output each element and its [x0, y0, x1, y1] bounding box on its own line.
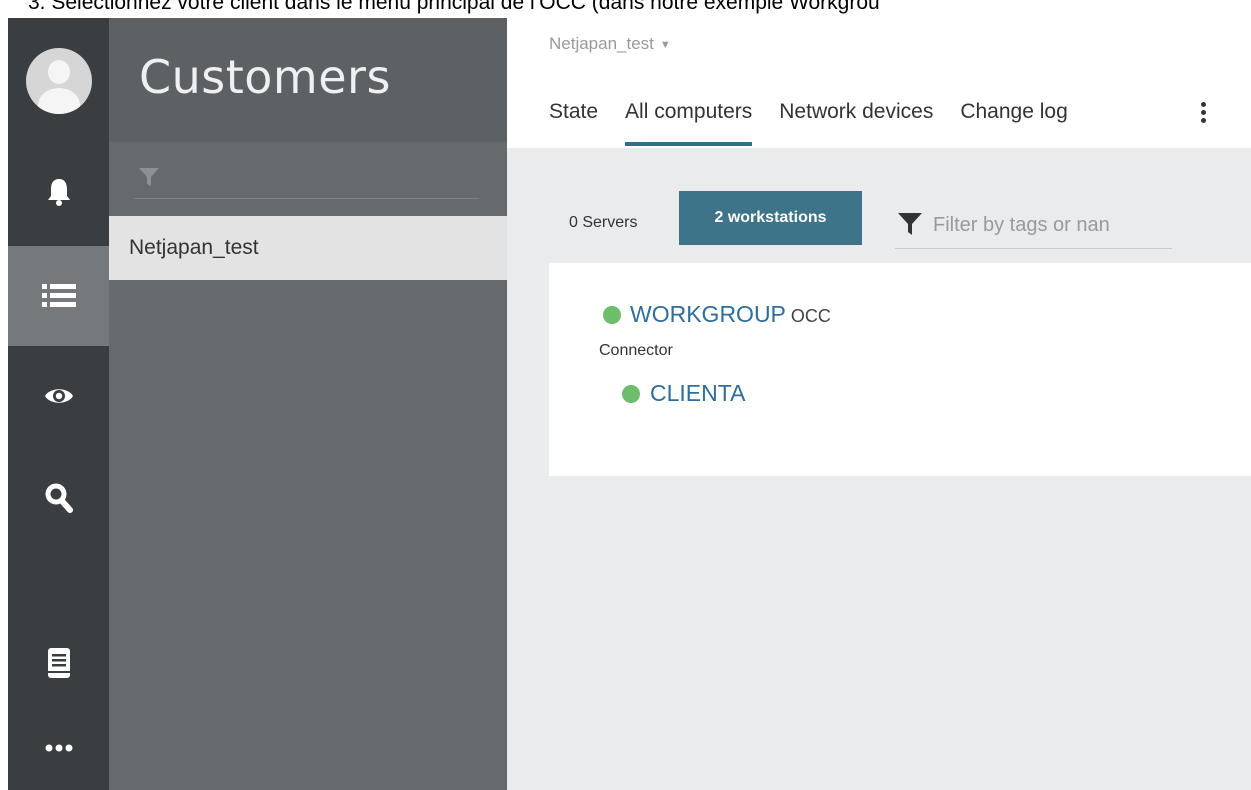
- status-online-icon: [603, 305, 621, 324]
- tab-all-computers[interactable]: All computers: [625, 100, 753, 146]
- status-online-icon: [622, 384, 640, 403]
- more-button[interactable]: [8, 718, 109, 778]
- list-icon: [41, 284, 76, 307]
- filter-icon: [139, 168, 159, 186]
- customer-item[interactable]: Netjapan_test: [109, 216, 507, 280]
- avatar-zone: [8, 18, 109, 142]
- connector-label: Connector: [599, 342, 673, 359]
- servers-filter-chip[interactable]: 0 Servers: [569, 214, 637, 232]
- top-bar: Netjapan_test ▼ State All computers Netwo…: [507, 18, 1251, 148]
- book-icon: [47, 648, 70, 678]
- icon-rail: [8, 18, 109, 790]
- avatar[interactable]: [26, 48, 92, 114]
- eye-icon: [44, 389, 73, 403]
- documentation-button[interactable]: [8, 613, 109, 713]
- search-icon: [45, 483, 73, 513]
- search-button[interactable]: [8, 448, 109, 548]
- context-selector[interactable]: Netjapan_test ▼: [549, 34, 671, 54]
- workstations-filter-chip[interactable]: 2 workstations: [679, 191, 862, 245]
- context-label: Netjapan_test: [549, 34, 654, 53]
- group-row[interactable]: WORKGROUP OCC: [603, 301, 831, 328]
- computer-row[interactable]: CLIENTA: [622, 380, 745, 407]
- tag-filter-input[interactable]: [931, 210, 1173, 240]
- group-name[interactable]: WORKGROUP: [630, 301, 786, 328]
- more-icon: [45, 744, 72, 752]
- filter-icon: [898, 213, 922, 235]
- computers-card: WORKGROUP OCC Connector CLIENTA: [549, 263, 1251, 476]
- tab-change-log[interactable]: Change log: [960, 100, 1067, 144]
- main-content: Netjapan_test ▼ State All computers Netwo…: [507, 18, 1251, 790]
- tab-bar: State All computers Network devices Chan…: [549, 100, 1095, 146]
- notifications-button[interactable]: [8, 142, 109, 242]
- computer-name[interactable]: CLIENTA: [650, 380, 745, 407]
- chevron-down-icon: ▼: [659, 38, 671, 51]
- instruction-caption: 3. Sélectionnez votre client dans le men…: [28, 0, 880, 14]
- customers-list-button[interactable]: [8, 246, 109, 346]
- monitoring-button[interactable]: [8, 346, 109, 446]
- tag-filter-field: [895, 200, 1173, 249]
- panel-title: Customers: [139, 50, 391, 104]
- customer-filter-input[interactable]: [134, 158, 479, 199]
- group-suffix: OCC: [790, 305, 831, 326]
- bell-icon: [47, 179, 70, 206]
- more-tabs-icon[interactable]: [1201, 102, 1207, 124]
- tab-state[interactable]: State: [549, 100, 598, 144]
- tab-network-devices[interactable]: Network devices: [779, 100, 933, 144]
- customers-panel: Customers Netjapan_test: [109, 18, 507, 790]
- panel-header: Customers: [109, 18, 507, 142]
